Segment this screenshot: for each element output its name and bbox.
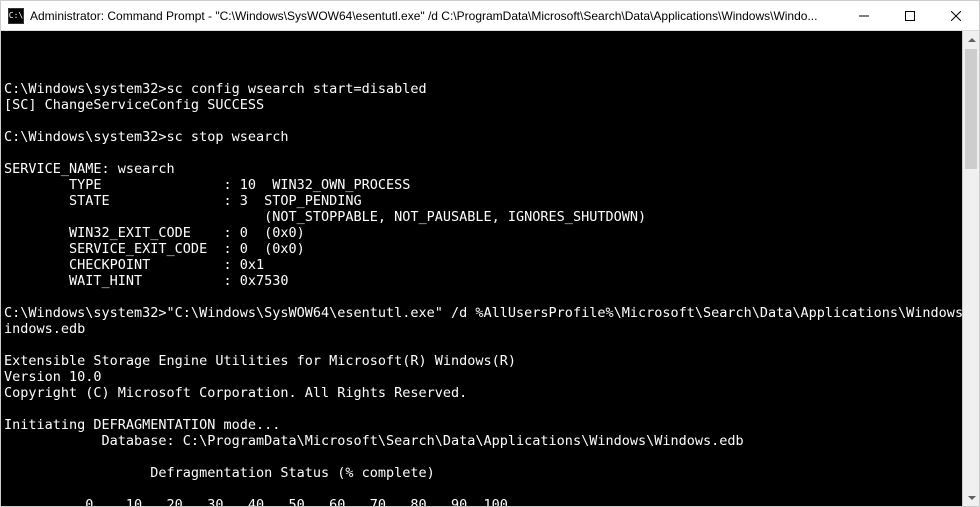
terminal-line: Version 10.0 — [4, 369, 976, 385]
close-button[interactable] — [933, 1, 979, 31]
scroll-thumb[interactable] — [965, 49, 977, 169]
terminal-line: Copyright (C) Microsoft Corporation. All… — [4, 385, 976, 401]
terminal-line: TYPE : 10 WIN32_OWN_PROCESS — [4, 177, 976, 193]
terminal-line — [4, 289, 976, 305]
terminal-line: SERVICE_EXIT_CODE : 0 (0x0) — [4, 241, 976, 257]
terminal-line: indows.edb — [4, 321, 976, 337]
terminal-line — [4, 145, 976, 161]
scroll-down-button[interactable] — [963, 489, 979, 506]
terminal-line — [4, 113, 976, 129]
terminal-line — [4, 481, 976, 497]
minimize-button[interactable] — [841, 1, 887, 31]
window-frame: C:\ Administrator: Command Prompt - "C:\… — [0, 0, 980, 507]
terminal-line: Database: C:\ProgramData\Microsoft\Searc… — [4, 433, 976, 449]
terminal-area[interactable]: C:\Windows\system32>sc config wsearch st… — [1, 31, 979, 506]
terminal-line: Defragmentation Status (% complete) — [4, 465, 976, 481]
terminal-line: (NOT_STOPPABLE, NOT_PAUSABLE, IGNORES_SH… — [4, 209, 976, 225]
scroll-up-button[interactable] — [963, 31, 979, 48]
terminal-output: C:\Windows\system32>sc config wsearch st… — [1, 63, 979, 506]
terminal-line: 0 10 20 30 40 50 60 70 80 90 100 — [4, 497, 976, 506]
titlebar[interactable]: C:\ Administrator: Command Prompt - "C:\… — [1, 1, 979, 31]
terminal-line: Initiating DEFRAGMENTATION mode... — [4, 417, 976, 433]
terminal-line — [4, 337, 976, 353]
terminal-line: C:\Windows\system32>"C:\Windows\SysWOW64… — [4, 305, 976, 321]
terminal-line: STATE : 3 STOP_PENDING — [4, 193, 976, 209]
terminal-line — [4, 401, 976, 417]
terminal-line: CHECKPOINT : 0x1 — [4, 257, 976, 273]
terminal-line: SERVICE_NAME: wsearch — [4, 161, 976, 177]
maximize-button[interactable] — [887, 1, 933, 31]
terminal-line — [4, 449, 976, 465]
terminal-line: WIN32_EXIT_CODE : 0 (0x0) — [4, 225, 976, 241]
terminal-line: [SC] ChangeServiceConfig SUCCESS — [4, 97, 976, 113]
terminal-line: C:\Windows\system32>sc config wsearch st… — [4, 81, 976, 97]
cmd-icon: C:\ — [8, 8, 24, 24]
cmd-icon-text: C:\ — [9, 11, 23, 20]
window-title: Administrator: Command Prompt - "C:\Wind… — [30, 9, 841, 23]
terminal-line: WAIT_HINT : 0x7530 — [4, 273, 976, 289]
terminal-line: C:\Windows\system32>sc stop wsearch — [4, 129, 976, 145]
vertical-scrollbar[interactable] — [962, 31, 979, 506]
terminal-line — [4, 65, 976, 81]
terminal-line: Extensible Storage Engine Utilities for … — [4, 353, 976, 369]
